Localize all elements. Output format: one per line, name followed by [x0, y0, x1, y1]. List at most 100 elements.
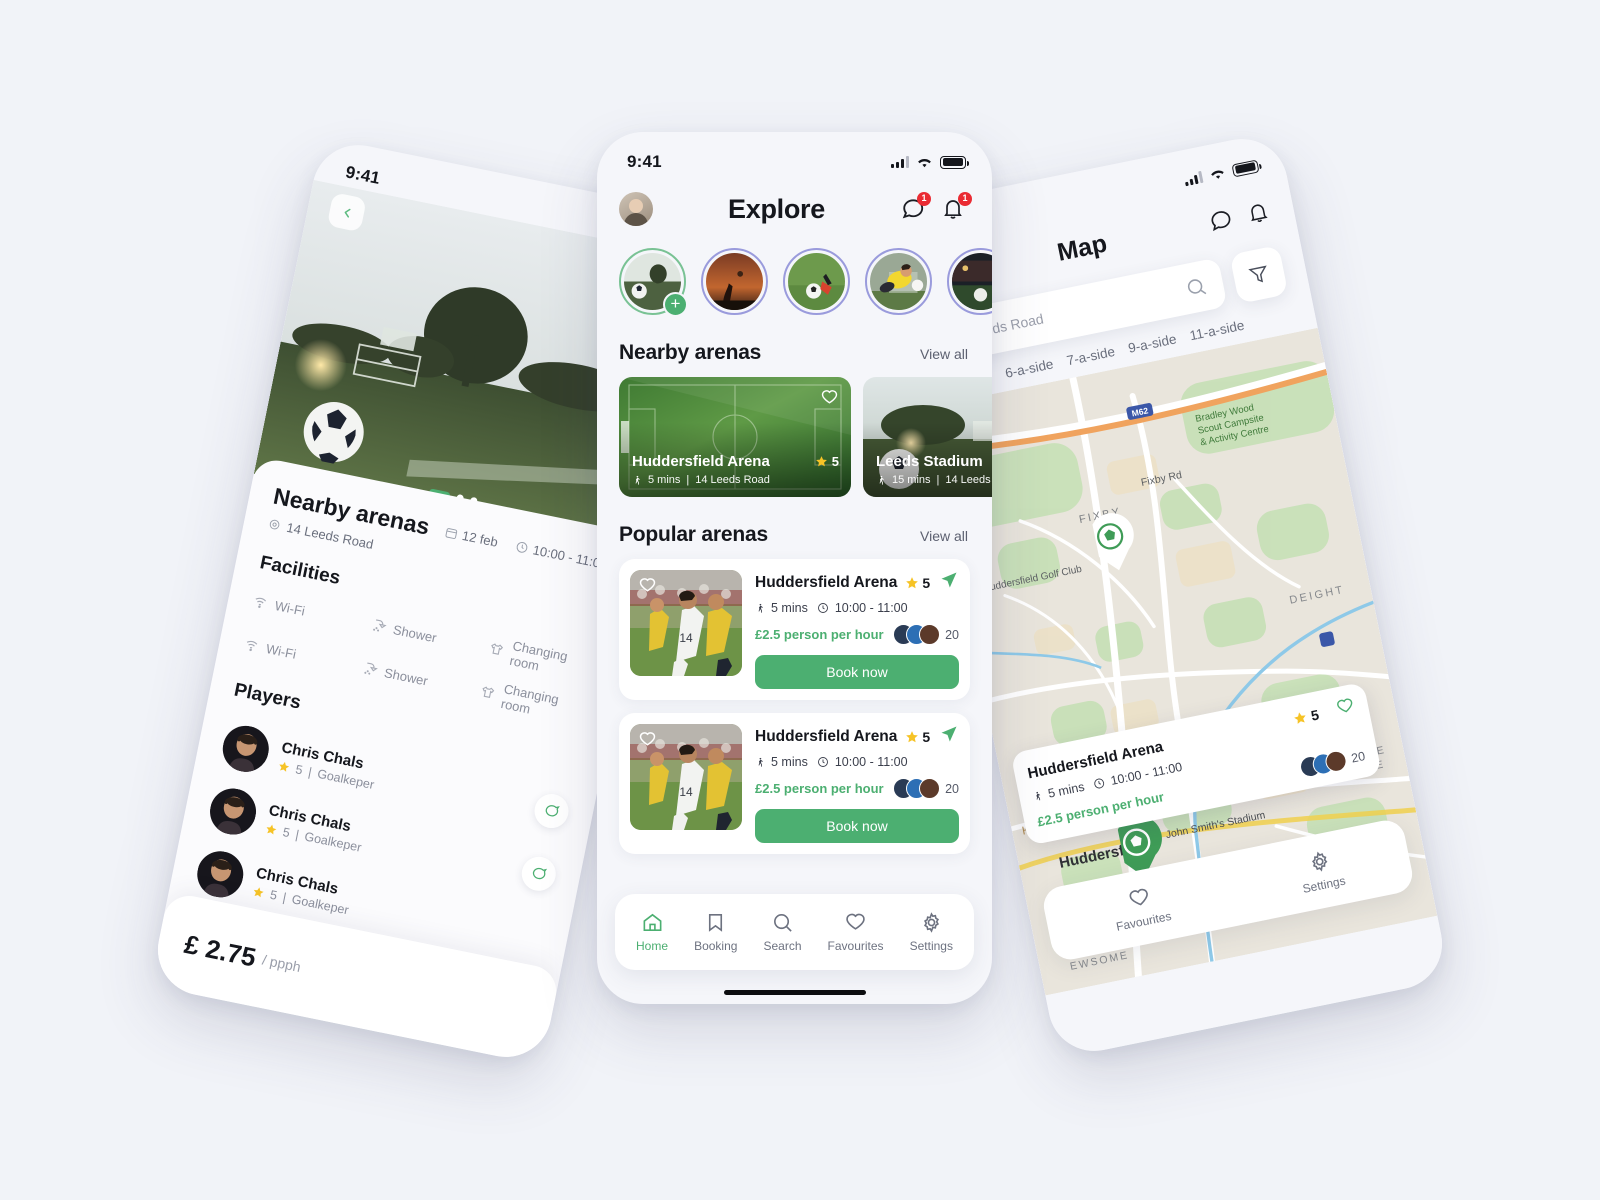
- bell-icon[interactable]: [1244, 198, 1271, 226]
- add-story-button[interactable]: +: [663, 292, 688, 317]
- stories-row[interactable]: +: [597, 236, 992, 317]
- story-thumb: [706, 253, 763, 310]
- search-icon: [774, 914, 792, 932]
- bottom-tabbar[interactable]: Home Booking Search Favourites Settings: [615, 894, 974, 970]
- status-badge: 1: [958, 191, 972, 206]
- story-night[interactable]: [947, 248, 992, 315]
- send-icon: [941, 726, 957, 742]
- share-button[interactable]: [939, 724, 959, 749]
- star-icon: [906, 730, 919, 742]
- story-thumb: [788, 253, 845, 310]
- participants: 20: [893, 778, 959, 799]
- arena-name: Huddersfield Arena: [755, 727, 898, 745]
- rating: 5: [1292, 706, 1320, 727]
- popular-arena-card[interactable]: 14 Huddersfield Arena 5 5 mins 10:00 - 1…: [619, 559, 970, 700]
- chip-9-a-side[interactable]: 9-a-side: [1127, 331, 1178, 355]
- walk-icon: [758, 757, 763, 767]
- favourite-button[interactable]: [820, 388, 839, 412]
- rating: 5: [905, 729, 930, 745]
- heart-icon: [1129, 888, 1148, 906]
- chat-button[interactable]: [518, 853, 559, 894]
- chip-11-a-side[interactable]: 11-a-side: [1188, 318, 1245, 344]
- story-my-story[interactable]: +: [619, 248, 688, 317]
- star-icon: [815, 456, 827, 467]
- notifications-button[interactable]: 1: [941, 191, 972, 223]
- arena-thumb: 14: [630, 724, 742, 830]
- tab-settings[interactable]: Settings: [1296, 846, 1347, 896]
- message-icon[interactable]: [1206, 205, 1235, 234]
- book-now-button[interactable]: Book now: [755, 809, 959, 843]
- page-title: Map: [1054, 228, 1110, 267]
- heart-icon: [639, 732, 656, 746]
- favourite-button[interactable]: [1334, 695, 1357, 722]
- map-canvas[interactable]: Fixby Rd FIXBY Bradley Wood Scout Campsi…: [925, 327, 1438, 996]
- view-all-nearby[interactable]: View all: [920, 346, 968, 362]
- cellular-icon: [891, 156, 909, 168]
- tab-settings[interactable]: Settings: [910, 911, 953, 953]
- walk-icon: [635, 475, 640, 485]
- facility-item: Shower: [359, 653, 473, 704]
- walk-icon: [1036, 791, 1041, 801]
- rating: 5: [905, 575, 930, 591]
- tab-favourites[interactable]: Favourites: [828, 911, 884, 953]
- tab-favourites[interactable]: Favourites: [1109, 882, 1173, 934]
- wifi-icon: [255, 597, 267, 608]
- message-icon: [532, 867, 548, 880]
- arena-meta: 5 mins 10:00 - 11:00: [755, 755, 959, 769]
- story-sunset[interactable]: [701, 248, 768, 315]
- facility-item: Wi-Fi: [241, 629, 355, 680]
- status-time: 9:41: [343, 162, 382, 188]
- home-icon: [643, 913, 661, 931]
- section-title: Nearby arenas: [619, 341, 762, 364]
- wifi-icon: [246, 640, 258, 652]
- bookmark-icon: [709, 914, 723, 932]
- facility-item: Changing room: [486, 634, 600, 685]
- facility-item: Wi-Fi: [250, 586, 364, 637]
- wifi-icon: [1211, 170, 1224, 179]
- chat-button[interactable]: [531, 790, 572, 832]
- tab-home[interactable]: Home: [636, 911, 668, 953]
- star-icon: [266, 824, 277, 835]
- tab-search[interactable]: Search: [763, 911, 802, 953]
- svg-text:14: 14: [679, 785, 693, 799]
- share-button[interactable]: [939, 570, 959, 595]
- chip-6-a-side[interactable]: 6-a-side: [1004, 356, 1055, 380]
- nearby-card[interactable]: Huddersfield Arena 5 5 mins | 14 Leeds R…: [619, 377, 851, 497]
- avatar: [193, 847, 248, 902]
- view-all-popular[interactable]: View all: [920, 528, 968, 544]
- page-title: Explore: [728, 193, 825, 224]
- tab-booking[interactable]: Booking: [694, 911, 737, 953]
- arena-name: Huddersfield Arena: [755, 573, 898, 591]
- heart-icon: [846, 913, 865, 930]
- messages-button[interactable]: 1: [900, 191, 931, 223]
- avatar-stack: [893, 624, 941, 645]
- search-icon: [1187, 279, 1207, 295]
- chip-7-a-side[interactable]: 7-a-side: [1065, 344, 1116, 368]
- favourite-button[interactable]: [638, 576, 657, 600]
- favourite-button[interactable]: [638, 730, 657, 754]
- story-pitch[interactable]: [783, 248, 850, 315]
- filter-icon: [1248, 265, 1267, 283]
- facility-item: Changing room: [477, 677, 591, 728]
- star-icon: [279, 761, 290, 772]
- book-now-button[interactable]: Book now: [755, 655, 959, 689]
- price-amount: £ 2.75: [181, 928, 259, 973]
- popular-arena-card[interactable]: 14 Huddersfield Arena 5 5 mins 10:00 - 1…: [619, 713, 970, 854]
- facility-item: Shower: [368, 610, 482, 661]
- status-bar-explore: 9:41: [597, 132, 992, 176]
- explore-header: Explore 1 1: [597, 176, 992, 236]
- nearby-arenas-row[interactable]: Huddersfield Arena 5 5 mins | 14 Leeds R…: [597, 377, 992, 497]
- avatar-stack: [893, 778, 941, 799]
- tshirt-icon: [491, 643, 504, 655]
- avatar[interactable]: [619, 192, 653, 226]
- home-indicator: [723, 990, 866, 995]
- clock-icon: [817, 603, 828, 613]
- avatar: [205, 784, 261, 839]
- status-badge: 1: [917, 191, 931, 206]
- nearby-card[interactable]: Leeds Stadium 15 mins | 14 Leeds Road: [863, 377, 992, 497]
- back-button[interactable]: [326, 192, 367, 233]
- gear-icon: [1311, 851, 1328, 872]
- calendar-icon: [445, 528, 457, 539]
- story-keeper[interactable]: [865, 248, 932, 315]
- arena-name: Leeds Stadium: [876, 453, 983, 470]
